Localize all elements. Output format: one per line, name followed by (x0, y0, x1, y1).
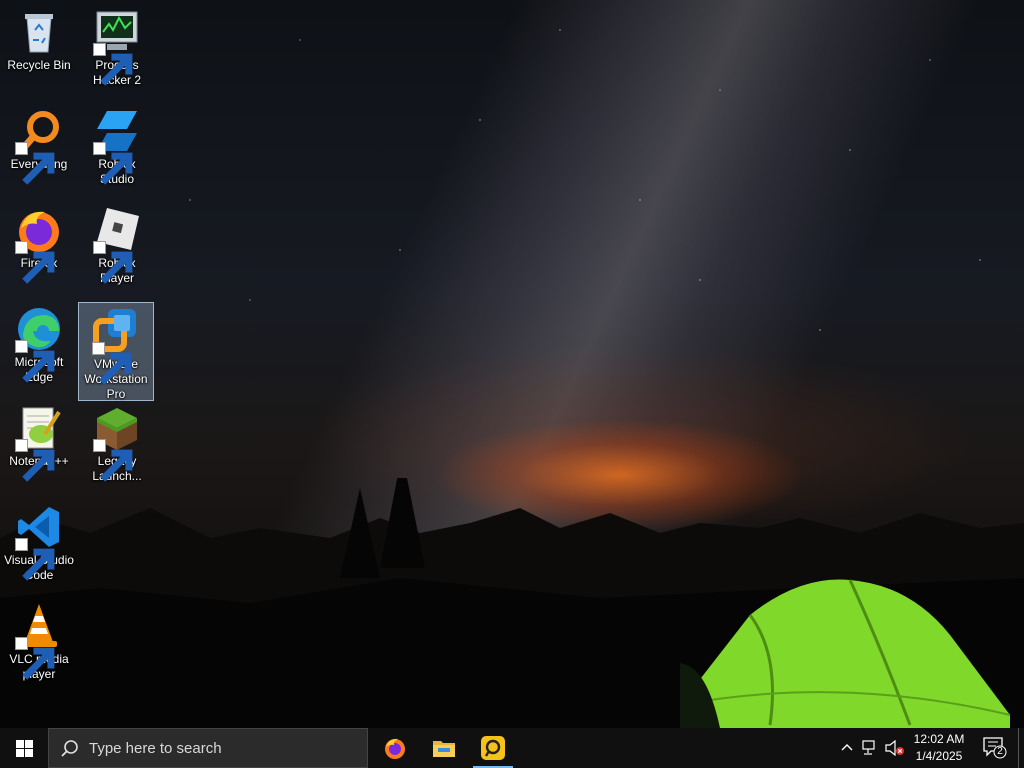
clock-date: 1/4/2025 (915, 749, 963, 763)
desktop-icon-roblox-studio[interactable]: Roblox Studio (79, 103, 155, 199)
show-hidden-icons-button[interactable] (838, 728, 856, 768)
roblox-yellow-icon (481, 736, 505, 760)
desktop-icon-everything[interactable]: Everything (1, 103, 77, 199)
search-placeholder: Type here to search (89, 740, 222, 757)
shortcut-arrow-icon (92, 342, 132, 385)
desktop-icon-process-hacker[interactable]: Process Hacker 2 (79, 4, 155, 100)
search-icon (61, 740, 78, 757)
roblox-player-icon (93, 206, 141, 284)
desktop-icon-recycle-bin[interactable]: Recycle Bin (1, 4, 77, 100)
desktop-icon-edge[interactable]: Microsoft Edge (1, 301, 77, 397)
show-desktop-button[interactable] (1018, 728, 1024, 768)
firefox-icon (15, 206, 63, 284)
desktop-icon-roblox-player[interactable]: Roblox Player (79, 202, 155, 298)
folder-icon (433, 741, 455, 757)
process-hacker-icon (93, 8, 141, 86)
taskbar-firefox[interactable] (371, 728, 419, 768)
shortcut-arrow-icon (93, 43, 133, 86)
network-tray-icon[interactable] (860, 728, 882, 768)
taskbar-roblox-studio[interactable] (469, 728, 517, 768)
vscode-icon (15, 503, 63, 581)
notepad-plus-plus-icon (15, 404, 63, 482)
desktop-icon-vlc[interactable]: VLC media player (1, 598, 77, 694)
taskbar: Type here to search 12:02 AM 1/4/2025 2 (0, 728, 1024, 768)
shortcut-arrow-icon (93, 241, 133, 284)
shortcut-arrow-icon (15, 538, 55, 581)
shortcut-arrow-icon (15, 637, 55, 680)
clock-time: 12:02 AM (913, 732, 965, 746)
recycle-bin-icon (15, 8, 63, 56)
everything-search-icon (15, 107, 63, 185)
shortcut-arrow-icon (15, 241, 55, 284)
taskbar-file-explorer[interactable] (420, 728, 468, 768)
desktop-icon-vscode[interactable]: Visual Studio Code (1, 499, 77, 595)
edge-icon (15, 305, 63, 383)
desktop-background[interactable]: Recycle Bin Everything Firefox Microsoft… (0, 0, 1024, 728)
volume-muted-icon (885, 740, 904, 756)
notification-badge: 2 (997, 746, 1003, 757)
vmware-icon (92, 307, 140, 385)
desktop-icon-firefox[interactable]: Firefox (1, 202, 77, 298)
volume-tray-icon[interactable] (884, 728, 906, 768)
network-icon (862, 740, 875, 755)
minecraft-block-icon (93, 404, 141, 482)
shortcut-arrow-icon (15, 340, 55, 383)
desktop-icon-vmware[interactable]: VMware Workstation Pro (78, 302, 154, 401)
taskbar-search-box[interactable]: Type here to search (48, 728, 368, 768)
windows-logo-icon (16, 740, 33, 757)
desktop-icon-notepad-plus-plus[interactable]: Notepad++ (1, 400, 77, 496)
shortcut-arrow-icon (15, 142, 55, 185)
action-center-button[interactable]: 2 (980, 728, 1010, 768)
shortcut-arrow-icon (93, 142, 133, 185)
roblox-studio-icon (93, 107, 141, 185)
start-button[interactable] (0, 728, 48, 768)
clock[interactable]: 12:02 AM 1/4/2025 (904, 728, 974, 768)
vlc-cone-icon (15, 602, 63, 680)
firefox-icon (385, 738, 405, 759)
desktop-icon-legacy-launcher[interactable]: Legacy Launch... (79, 400, 155, 496)
shortcut-arrow-icon (15, 439, 55, 482)
shortcut-arrow-icon (93, 439, 133, 482)
chevron-up-icon (841, 744, 853, 751)
glowing-tent (680, 579, 1011, 728)
